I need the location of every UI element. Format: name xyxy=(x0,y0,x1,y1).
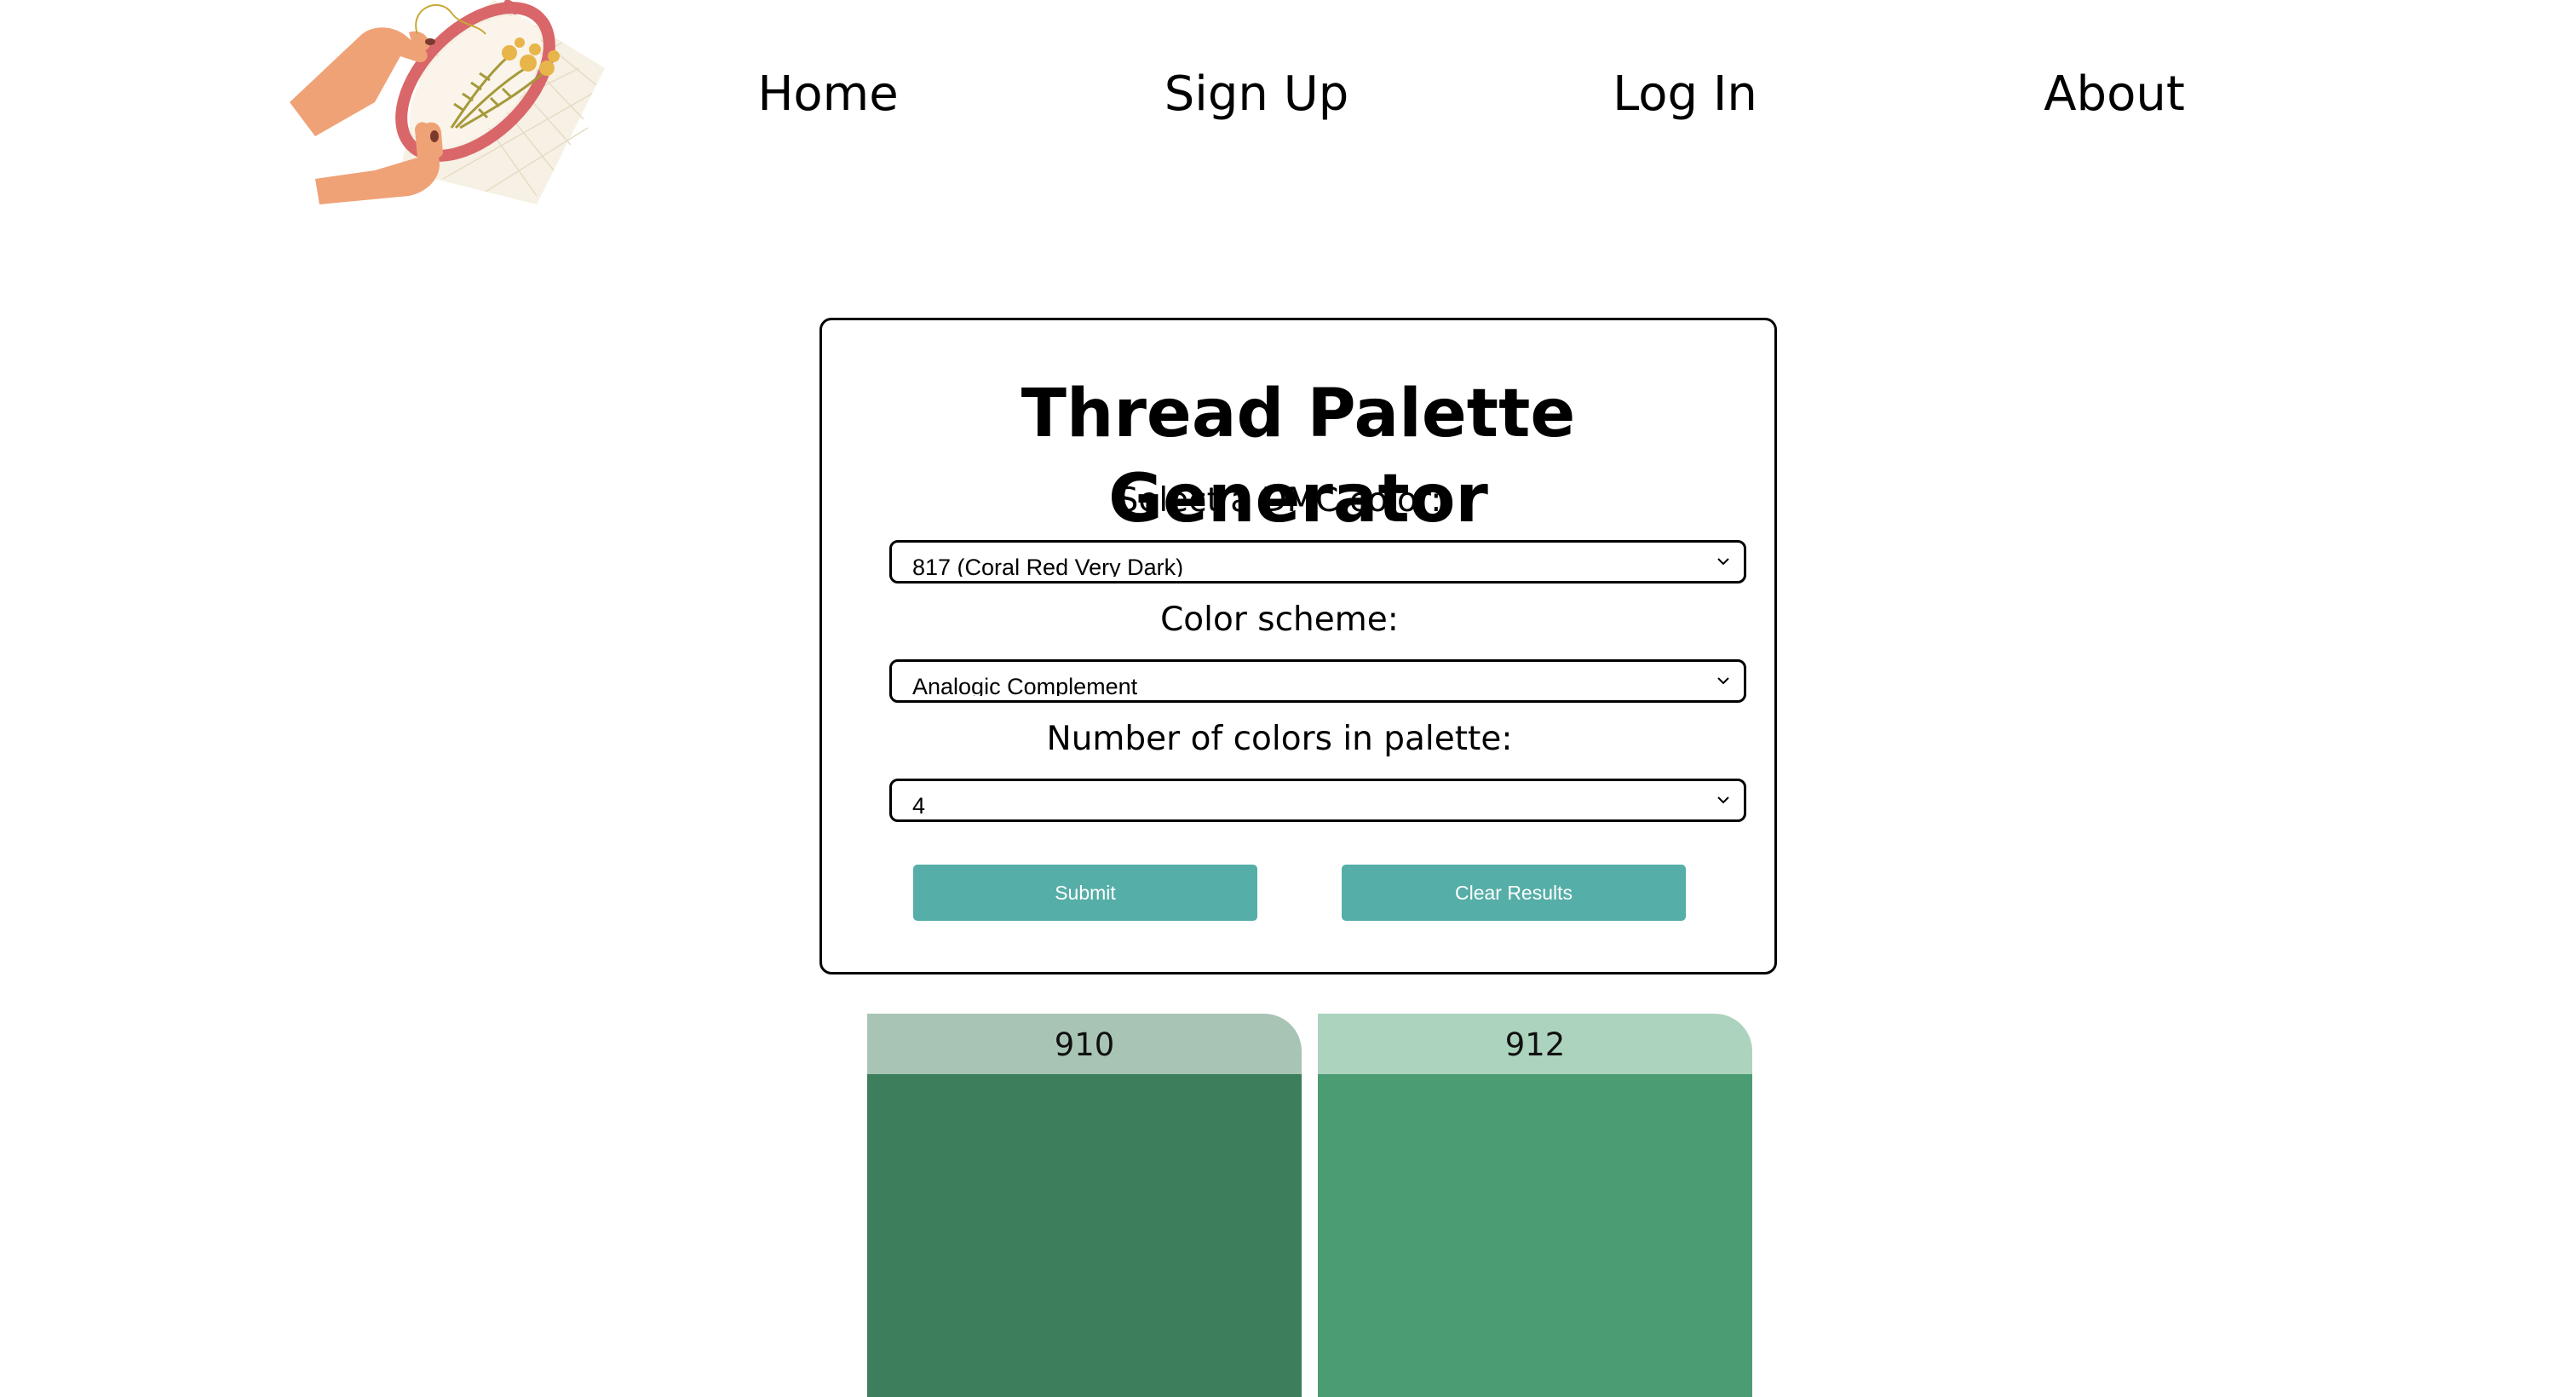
dmc-color-label: Select a DMC color: xyxy=(1117,481,1442,520)
color-scheme-select-value: Analogic Complement xyxy=(912,674,1138,696)
palette-swatch: 910 xyxy=(867,1014,1302,1397)
nav-login-link[interactable]: Log In xyxy=(1613,65,1757,124)
palette-form-card: Thread Palette Generator Select a DMC co… xyxy=(819,318,1777,974)
main-nav: Home Sign Up Log In About xyxy=(0,65,2576,124)
swatch-code: 910 xyxy=(867,1014,1302,1074)
swatch-color xyxy=(867,1074,1302,1397)
palette-count-select-value: 4 xyxy=(912,793,926,815)
swatch-code: 912 xyxy=(1318,1014,1752,1074)
nav-signup-link[interactable]: Sign Up xyxy=(1164,65,1348,124)
dmc-color-select[interactable]: 817 (Coral Red Very Dark) xyxy=(889,540,1746,584)
submit-button[interactable]: Submit xyxy=(913,865,1257,921)
clear-results-button[interactable]: Clear Results xyxy=(1342,865,1686,921)
palette-count-select[interactable]: 4 xyxy=(889,779,1746,822)
color-scheme-label: Color scheme: xyxy=(1160,601,1399,639)
color-scheme-select[interactable]: Analogic Complement xyxy=(889,659,1746,703)
dmc-color-select-value: 817 (Coral Red Very Dark) xyxy=(912,555,1184,577)
palette-swatch: 912 xyxy=(1318,1014,1752,1397)
nav-about-link[interactable]: About xyxy=(2044,65,2185,124)
palette-count-label: Number of colors in palette: xyxy=(1046,720,1513,758)
swatch-color xyxy=(1318,1074,1752,1397)
chevron-down-icon xyxy=(1717,796,1729,804)
nav-home-link[interactable]: Home xyxy=(757,65,898,124)
chevron-down-icon xyxy=(1717,558,1729,566)
chevron-down-icon xyxy=(1717,677,1729,685)
